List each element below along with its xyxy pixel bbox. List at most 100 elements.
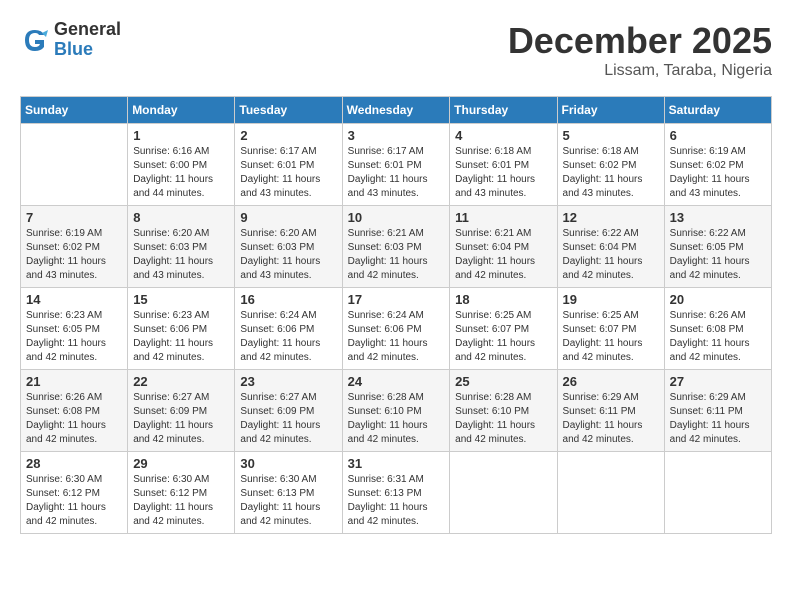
day-cell: 25 Sunrise: 6:28 AM Sunset: 6:10 PM Dayli… (450, 370, 557, 452)
day-number: 4 (455, 128, 551, 143)
day-cell: 17 Sunrise: 6:24 AM Sunset: 6:06 PM Dayli… (342, 288, 450, 370)
day-cell (664, 452, 771, 534)
header-tuesday: Tuesday (235, 97, 342, 124)
day-info: Sunrise: 6:19 AM Sunset: 6:02 PM Dayligh… (26, 227, 122, 283)
day-cell: 24 Sunrise: 6:28 AM Sunset: 6:10 PM Dayli… (342, 370, 450, 452)
day-cell: 3 Sunrise: 6:17 AM Sunset: 6:01 PM Daylig… (342, 124, 450, 206)
day-number: 25 (455, 374, 551, 389)
day-info: Sunrise: 6:16 AM Sunset: 6:00 PM Dayligh… (133, 145, 229, 201)
day-cell (557, 452, 664, 534)
day-number: 31 (348, 456, 445, 471)
day-number: 13 (670, 210, 766, 225)
day-cell: 11 Sunrise: 6:21 AM Sunset: 6:04 PM Dayli… (450, 206, 557, 288)
title-area: December 2025 Lissam, Taraba, Nigeria (508, 20, 772, 80)
day-number: 18 (455, 292, 551, 307)
day-number: 3 (348, 128, 445, 143)
day-number: 28 (26, 456, 122, 471)
day-number: 27 (670, 374, 766, 389)
header-wednesday: Wednesday (342, 97, 450, 124)
day-cell: 20 Sunrise: 6:26 AM Sunset: 6:08 PM Dayli… (664, 288, 771, 370)
day-cell: 9Sunrise: 6:20 AM Sunset: 6:03 PM Daylig… (235, 206, 342, 288)
day-info: Sunrise: 6:21 AM Sunset: 6:04 PM Dayligh… (455, 227, 551, 283)
day-cell: 28 Sunrise: 6:30 AM Sunset: 6:12 PM Dayli… (21, 452, 128, 534)
day-number: 5 (563, 128, 659, 143)
day-info: Sunrise: 6:18 AM Sunset: 6:01 PM Dayligh… (455, 145, 551, 201)
day-info: Sunrise: 6:22 AM Sunset: 6:05 PM Dayligh… (670, 227, 766, 283)
day-info: Sunrise: 6:24 AM Sunset: 6:06 PM Dayligh… (240, 309, 336, 365)
week-row-1: 1Sunrise: 6:16 AM Sunset: 6:00 PM Daylig… (21, 124, 772, 206)
day-cell: 22Sunrise: 6:27 AM Sunset: 6:09 PM Dayli… (128, 370, 235, 452)
day-number: 22 (133, 374, 229, 389)
day-cell (21, 124, 128, 206)
logo-general: General (54, 20, 121, 40)
day-number: 11 (455, 210, 551, 225)
day-cell: 1Sunrise: 6:16 AM Sunset: 6:00 PM Daylig… (128, 124, 235, 206)
day-cell: 27 Sunrise: 6:29 AM Sunset: 6:11 PM Dayli… (664, 370, 771, 452)
header-monday: Monday (128, 97, 235, 124)
day-info: Sunrise: 6:29 AM Sunset: 6:11 PM Dayligh… (670, 391, 766, 447)
calendar: SundayMondayTuesdayWednesdayThursdayFrid… (20, 96, 772, 534)
day-cell: 10 Sunrise: 6:21 AM Sunset: 6:03 PM Dayli… (342, 206, 450, 288)
day-cell: 15 Sunrise: 6:23 AM Sunset: 6:06 PM Dayli… (128, 288, 235, 370)
day-info: Sunrise: 6:31 AM Sunset: 6:13 PM Dayligh… (348, 473, 445, 529)
day-cell: 19 Sunrise: 6:25 AM Sunset: 6:07 PM Dayli… (557, 288, 664, 370)
day-info: Sunrise: 6:23 AM Sunset: 6:06 PM Dayligh… (133, 309, 229, 365)
day-number: 21 (26, 374, 122, 389)
day-number: 26 (563, 374, 659, 389)
day-cell: 31 Sunrise: 6:31 AM Sunset: 6:13 PM Dayli… (342, 452, 450, 534)
day-info: Sunrise: 6:30 AM Sunset: 6:13 PM Dayligh… (240, 473, 336, 529)
day-info: Sunrise: 6:17 AM Sunset: 6:01 PM Dayligh… (240, 145, 336, 201)
day-number: 19 (563, 292, 659, 307)
day-cell: 7Sunrise: 6:19 AM Sunset: 6:02 PM Daylig… (21, 206, 128, 288)
day-number: 15 (133, 292, 229, 307)
day-info: Sunrise: 6:19 AM Sunset: 6:02 PM Dayligh… (670, 145, 766, 201)
page-header: General Blue December 2025 Lissam, Tarab… (20, 20, 772, 80)
day-cell: 14Sunrise: 6:23 AM Sunset: 6:05 PM Dayli… (21, 288, 128, 370)
day-cell: 6 Sunrise: 6:19 AM Sunset: 6:02 PM Daylig… (664, 124, 771, 206)
day-number: 16 (240, 292, 336, 307)
day-info: Sunrise: 6:28 AM Sunset: 6:10 PM Dayligh… (348, 391, 445, 447)
logo-text: General Blue (54, 20, 121, 60)
location: Lissam, Taraba, Nigeria (508, 62, 772, 80)
day-info: Sunrise: 6:23 AM Sunset: 6:05 PM Dayligh… (26, 309, 122, 365)
day-number: 20 (670, 292, 766, 307)
day-info: Sunrise: 6:30 AM Sunset: 6:12 PM Dayligh… (133, 473, 229, 529)
day-number: 10 (348, 210, 445, 225)
day-info: Sunrise: 6:21 AM Sunset: 6:03 PM Dayligh… (348, 227, 445, 283)
day-cell: 4 Sunrise: 6:18 AM Sunset: 6:01 PM Daylig… (450, 124, 557, 206)
day-number: 30 (240, 456, 336, 471)
day-cell: 2 Sunrise: 6:17 AM Sunset: 6:01 PM Daylig… (235, 124, 342, 206)
day-info: Sunrise: 6:29 AM Sunset: 6:11 PM Dayligh… (563, 391, 659, 447)
day-info: Sunrise: 6:20 AM Sunset: 6:03 PM Dayligh… (133, 227, 229, 283)
day-cell: 13 Sunrise: 6:22 AM Sunset: 6:05 PM Dayli… (664, 206, 771, 288)
day-number: 8 (133, 210, 229, 225)
day-number: 6 (670, 128, 766, 143)
logo: General Blue (20, 20, 121, 60)
day-number: 9 (240, 210, 336, 225)
day-info: Sunrise: 6:25 AM Sunset: 6:07 PM Dayligh… (563, 309, 659, 365)
day-info: Sunrise: 6:27 AM Sunset: 6:09 PM Dayligh… (240, 391, 336, 447)
header-thursday: Thursday (450, 97, 557, 124)
day-cell: 30 Sunrise: 6:30 AM Sunset: 6:13 PM Dayli… (235, 452, 342, 534)
day-number: 24 (348, 374, 445, 389)
day-info: Sunrise: 6:24 AM Sunset: 6:06 PM Dayligh… (348, 309, 445, 365)
day-cell: 8 Sunrise: 6:20 AM Sunset: 6:03 PM Daylig… (128, 206, 235, 288)
day-number: 29 (133, 456, 229, 471)
day-cell: 16 Sunrise: 6:24 AM Sunset: 6:06 PM Dayli… (235, 288, 342, 370)
month-title: December 2025 (508, 20, 772, 62)
day-info: Sunrise: 6:17 AM Sunset: 6:01 PM Dayligh… (348, 145, 445, 201)
day-number: 2 (240, 128, 336, 143)
day-cell: 12Sunrise: 6:22 AM Sunset: 6:04 PM Dayli… (557, 206, 664, 288)
day-cell (450, 452, 557, 534)
week-row-5: 28 Sunrise: 6:30 AM Sunset: 6:12 PM Dayli… (21, 452, 772, 534)
week-row-2: 7Sunrise: 6:19 AM Sunset: 6:02 PM Daylig… (21, 206, 772, 288)
day-cell: 21 Sunrise: 6:26 AM Sunset: 6:08 PM Dayli… (21, 370, 128, 452)
day-info: Sunrise: 6:26 AM Sunset: 6:08 PM Dayligh… (26, 391, 122, 447)
day-info: Sunrise: 6:30 AM Sunset: 6:12 PM Dayligh… (26, 473, 122, 529)
logo-icon (20, 25, 50, 55)
week-row-3: 14Sunrise: 6:23 AM Sunset: 6:05 PM Dayli… (21, 288, 772, 370)
day-cell: 23Sunrise: 6:27 AM Sunset: 6:09 PM Dayli… (235, 370, 342, 452)
day-info: Sunrise: 6:26 AM Sunset: 6:08 PM Dayligh… (670, 309, 766, 365)
day-info: Sunrise: 6:28 AM Sunset: 6:10 PM Dayligh… (455, 391, 551, 447)
day-number: 17 (348, 292, 445, 307)
